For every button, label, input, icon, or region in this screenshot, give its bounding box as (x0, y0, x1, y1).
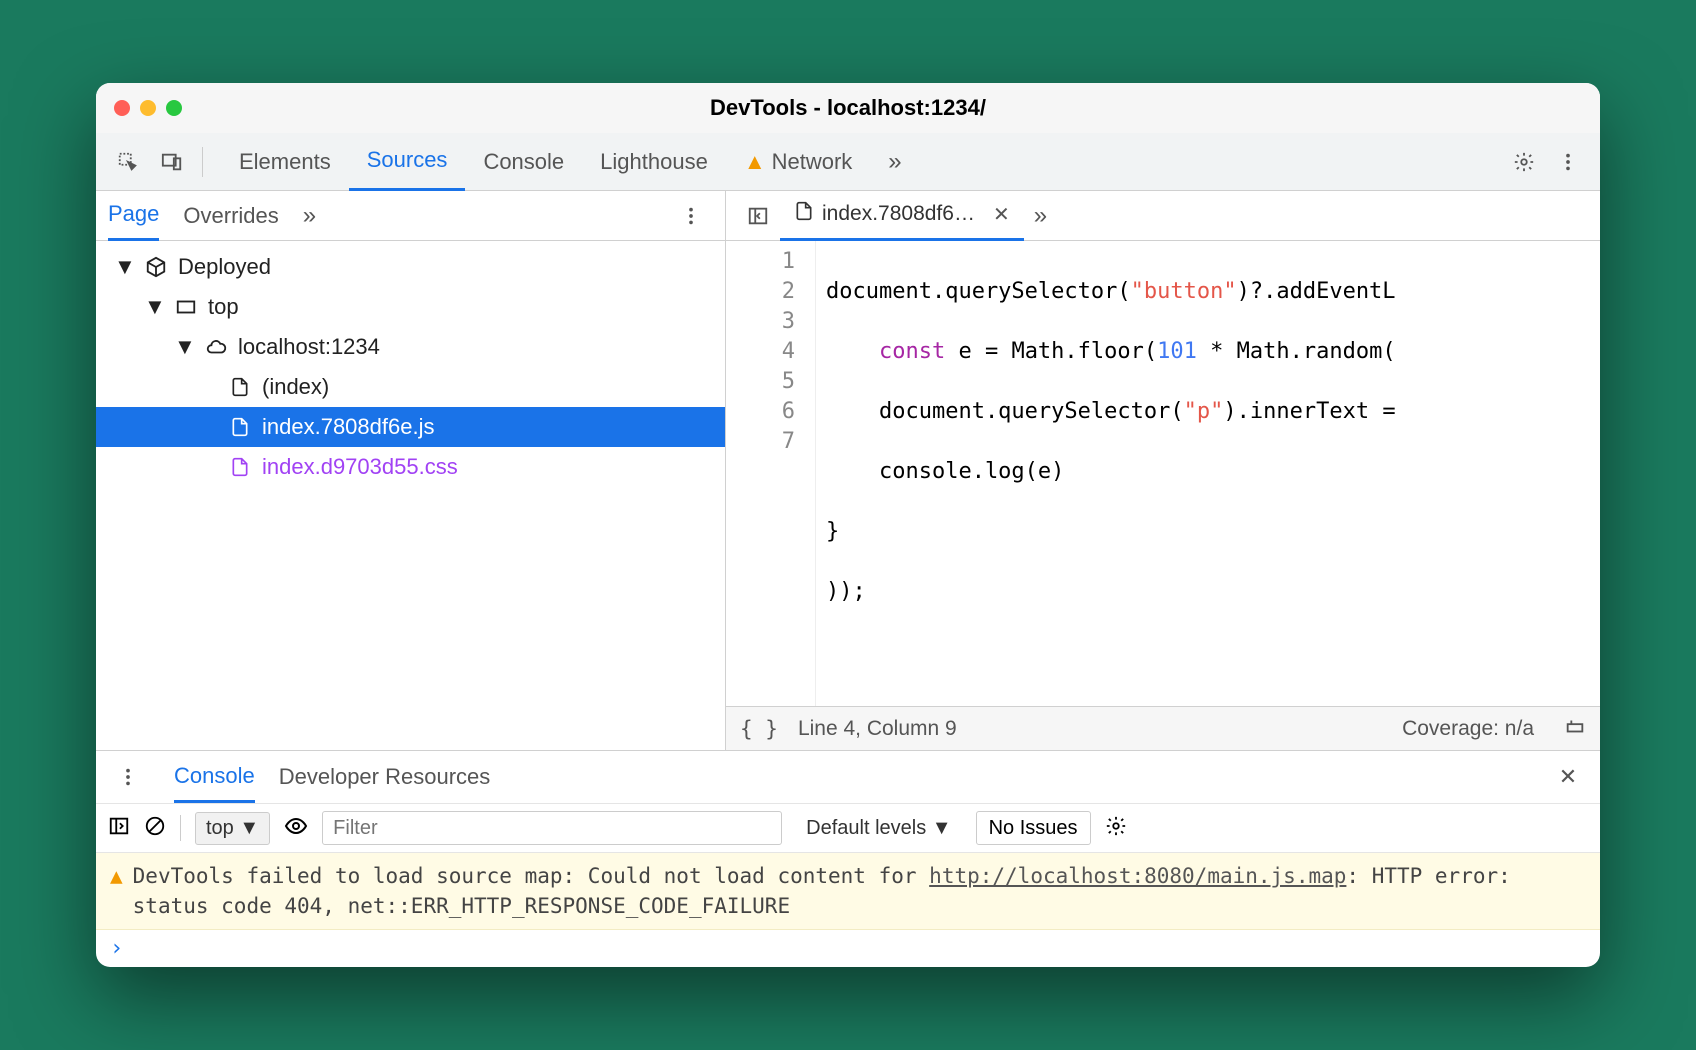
tab-sources[interactable]: Sources (349, 133, 466, 191)
tab-network[interactable]: ▲ Network (726, 133, 870, 191)
tree-file-css[interactable]: index.d9703d55.css (96, 447, 725, 487)
sourcemap-link[interactable]: http://localhost:8080/main.js.map (929, 864, 1346, 888)
console-prompt[interactable]: › (96, 930, 1600, 967)
toggle-sidebar-icon[interactable] (736, 194, 780, 238)
file-icon (226, 417, 254, 437)
console-toolbar: top ▼ Default levels ▼ No Issues (96, 803, 1600, 853)
window-title: DevTools - localhost:1234/ (96, 95, 1600, 121)
tree-label: Deployed (178, 254, 271, 280)
tab-network-label: Network (772, 149, 853, 175)
close-tab-icon[interactable]: ✕ (993, 202, 1010, 227)
file-icon (794, 201, 814, 227)
console-drawer: Console Developer Resources ✕ top ▼ Defa… (96, 750, 1600, 967)
more-tabs-button[interactable]: » (870, 133, 915, 191)
sidebar-more-tabs[interactable]: » (303, 191, 312, 241)
editor-tab-active[interactable]: index.7808df6… ✕ (780, 191, 1024, 241)
titlebar: DevTools - localhost:1234/ (96, 83, 1600, 133)
tab-lighthouse[interactable]: Lighthouse (582, 133, 726, 191)
code-content: document.querySelector("button")?.addEve… (816, 241, 1406, 706)
sidebar-tabbar: Page Overrides » (96, 191, 725, 241)
issues-button[interactable]: No Issues (976, 811, 1091, 845)
frame-icon (172, 296, 200, 318)
filter-input[interactable] (322, 811, 782, 845)
show-coverage-icon[interactable] (1564, 715, 1586, 743)
tree-file-index[interactable]: (index) (96, 367, 725, 407)
chevron-down-icon: ▼ (114, 254, 134, 280)
context-dropdown[interactable]: top ▼ (195, 812, 270, 845)
editor-tabbar: index.7808df6… ✕ » (726, 191, 1600, 241)
editor-statusbar: { } Line 4, Column 9 Coverage: n/a (726, 706, 1600, 750)
pretty-print-icon[interactable]: { } (740, 717, 778, 741)
console-text: DevTools failed to load source map: Coul… (133, 861, 1586, 921)
tree-label: localhost:1234 (238, 334, 380, 360)
file-icon (226, 457, 254, 477)
inspect-element-icon[interactable] (106, 140, 150, 184)
chevron-down-icon: ▼ (174, 334, 194, 360)
drawer-tab-dev-resources[interactable]: Developer Resources (279, 751, 491, 803)
levels-dropdown[interactable]: Default levels ▼ (796, 813, 961, 844)
device-toggle-icon[interactable] (150, 140, 194, 184)
line-number: 7 (726, 427, 795, 457)
tree-label: index.d9703d55.css (262, 454, 458, 480)
editor-more-tabs[interactable]: » (1024, 202, 1053, 230)
line-gutter: 1 2 3 4 5 6 7 (726, 241, 816, 706)
coverage-status: Coverage: n/a (1402, 717, 1534, 741)
file-icon (226, 377, 254, 397)
main-tab-list: Elements Sources Console Lighthouse ▲ Ne… (221, 133, 916, 191)
tree-file-js[interactable]: index.7808df6e.js (96, 407, 725, 447)
line-number: 5 (726, 367, 795, 397)
line-number: 2 (726, 277, 795, 307)
sources-sidebar: Page Overrides » ▼ Deployed ▼ top (96, 191, 726, 750)
drawer-tab-console[interactable]: Console (174, 751, 255, 803)
warning-icon: ▲ (744, 149, 766, 175)
editor-tab-label: index.7808df6… (822, 202, 975, 226)
kebab-menu-icon[interactable] (1546, 140, 1590, 184)
tree-label: index.7808df6e.js (262, 414, 434, 440)
tree-node-deployed[interactable]: ▼ Deployed (96, 247, 725, 287)
console-settings-icon[interactable] (1105, 815, 1127, 842)
line-number: 6 (726, 397, 795, 427)
tree-node-host[interactable]: ▼ localhost:1234 (96, 327, 725, 367)
sidebar-toggle-icon[interactable] (108, 815, 130, 842)
cloud-icon (202, 336, 230, 358)
line-number: 1 (726, 247, 795, 277)
divider (202, 147, 203, 177)
sidebar-tab-overrides[interactable]: Overrides (183, 191, 278, 241)
sidebar-kebab-icon[interactable] (669, 194, 713, 238)
box-icon (142, 256, 170, 278)
tree-label: top (208, 294, 239, 320)
devtools-window: DevTools - localhost:1234/ Elements Sour… (96, 83, 1600, 967)
clear-console-icon[interactable] (144, 815, 166, 842)
tab-elements[interactable]: Elements (221, 133, 349, 191)
code-panel: index.7808df6… ✕ » 1 2 3 4 5 6 7 documen… (726, 191, 1600, 750)
cursor-position: Line 4, Column 9 (798, 717, 957, 741)
line-number: 3 (726, 307, 795, 337)
close-drawer-icon[interactable]: ✕ (1546, 755, 1590, 799)
console-warning-row: ▲ DevTools failed to load source map: Co… (96, 853, 1600, 930)
line-number: 4 (726, 337, 795, 367)
file-tree: ▼ Deployed ▼ top ▼ localhost:1234 (index… (96, 241, 725, 750)
settings-icon[interactable] (1502, 140, 1546, 184)
divider (180, 815, 181, 841)
warning-icon: ▲ (110, 861, 123, 921)
chevron-down-icon: ▼ (144, 294, 164, 320)
main-tabbar: Elements Sources Console Lighthouse ▲ Ne… (96, 133, 1600, 191)
code-editor[interactable]: 1 2 3 4 5 6 7 document.querySelector("bu… (726, 241, 1600, 706)
drawer-kebab-icon[interactable] (106, 755, 150, 799)
tab-console[interactable]: Console (465, 133, 582, 191)
eye-icon[interactable] (284, 814, 308, 843)
tree-node-top[interactable]: ▼ top (96, 287, 725, 327)
tree-label: (index) (262, 374, 329, 400)
drawer-tabbar: Console Developer Resources ✕ (96, 751, 1600, 803)
sidebar-tab-page[interactable]: Page (108, 191, 159, 241)
